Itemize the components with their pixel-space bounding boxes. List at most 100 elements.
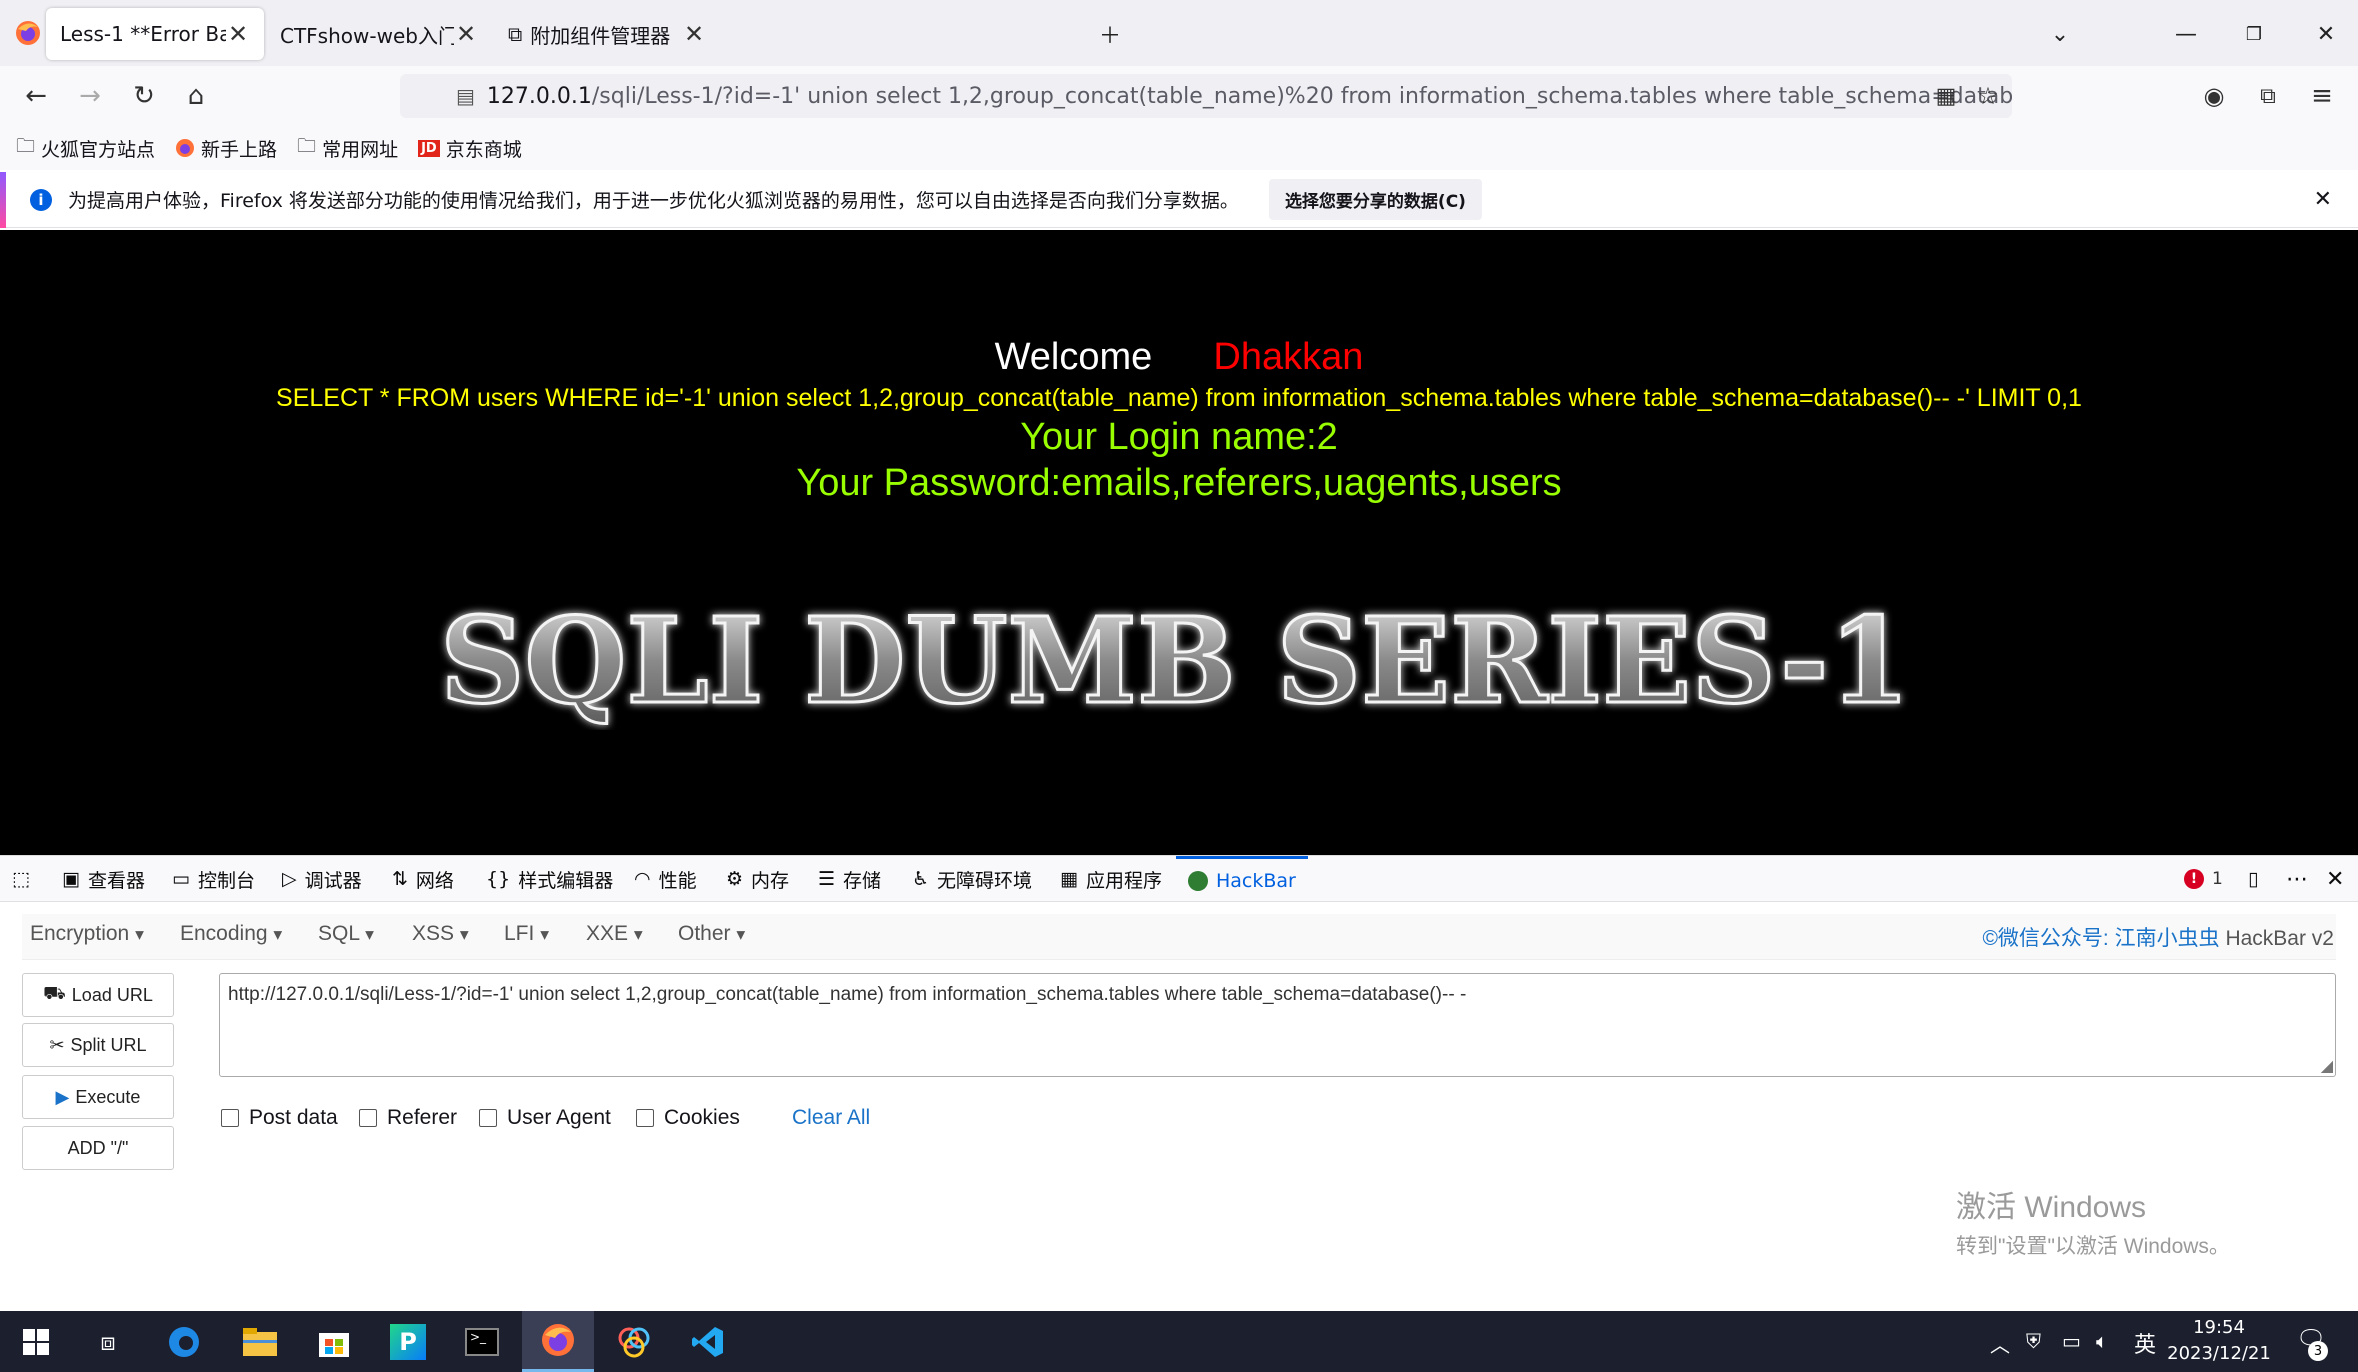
new-tab-button[interactable]: ＋ xyxy=(1092,16,1128,52)
url-path: /sqli/Less-1/?id=-1' union select 1,2,gr… xyxy=(591,83,2012,109)
menu-xss[interactable]: XSS ▾ xyxy=(412,922,469,946)
windows-logo-icon xyxy=(23,1328,49,1355)
firefox-taskbar-icon[interactable] xyxy=(522,1311,594,1372)
task-view-icon[interactable]: ⧈ xyxy=(72,1311,144,1372)
hamburger-menu-icon[interactable]: ≡ xyxy=(2304,78,2340,114)
tab-debugger[interactable]: ▷ 调试器 xyxy=(282,856,362,902)
close-icon[interactable]: ✕ xyxy=(226,20,250,48)
menu-encryption[interactable]: Encryption ▾ xyxy=(30,922,144,946)
forward-arrow-icon[interactable]: → xyxy=(72,78,108,114)
ime-indicator[interactable]: 英 xyxy=(2134,1327,2156,1359)
store-icon[interactable] xyxy=(298,1311,370,1372)
menu-xxe[interactable]: XXE ▾ xyxy=(586,922,643,946)
checkbox-referer[interactable]: Referer xyxy=(359,1106,457,1130)
welcome-line: Welcome Dhakkan xyxy=(0,336,2358,379)
volume-icon[interactable]: 🔈︎ xyxy=(2096,1329,2108,1353)
hackbar-credit: ©微信公众号: 江南小虫虫 HackBar v2 xyxy=(1982,922,2334,952)
hackbar-version: HackBar v2 xyxy=(2225,927,2334,950)
more-options-icon[interactable]: ⋯ xyxy=(2286,856,2308,902)
edge-icon[interactable] xyxy=(148,1311,220,1372)
url-bar[interactable]: ▤ 127.0.0.1/sqli/Less-1/?id=-1' union se… xyxy=(400,74,2012,118)
notification-count-badge: 3 xyxy=(2308,1341,2328,1361)
tab-storage[interactable]: ☰ 存储 xyxy=(818,856,881,902)
firefox-menu-icon[interactable] xyxy=(14,19,42,47)
start-button[interactable] xyxy=(0,1311,72,1372)
close-icon[interactable]: ✕ xyxy=(454,20,478,48)
error-count-badge[interactable]: ! 1 xyxy=(2184,856,2223,902)
dock-icon[interactable]: ▯ xyxy=(2248,856,2258,902)
checkbox[interactable] xyxy=(359,1109,377,1127)
tab-hackbar[interactable]: HackBar xyxy=(1176,856,1308,902)
checkbox[interactable] xyxy=(636,1109,654,1127)
close-icon[interactable]: ✕ xyxy=(2314,187,2332,212)
checkbox-user-agent[interactable]: User Agent xyxy=(479,1106,611,1130)
tab-title: Less-1 **Error Based- String** xyxy=(60,22,226,46)
minimize-button[interactable]: — xyxy=(2168,16,2204,52)
menu-other[interactable]: Other ▾ xyxy=(678,922,745,946)
hackbar-url-textarea[interactable]: http://127.0.0.1/sqli/Less-1/?id=-1' uni… xyxy=(219,973,2336,1077)
terminal-icon[interactable]: >_ xyxy=(446,1311,518,1372)
clear-all-link[interactable]: Clear All xyxy=(792,1106,870,1130)
tab-addons[interactable]: ⧉ 附加组件管理器 ✕ xyxy=(494,8,720,60)
bookmark-item[interactable]: JD 京东商城 xyxy=(418,135,522,162)
tab-bar: Less-1 **Error Based- String** ✕ CTFshow… xyxy=(0,0,2358,66)
tab-accessibility[interactable]: ♿ 无障碍环境 xyxy=(912,856,1032,902)
add-slash-button[interactable]: ADD "/" xyxy=(22,1126,174,1170)
extensions-icon[interactable]: ⧉ xyxy=(2250,78,2286,114)
url-host: 127.0.0.1 xyxy=(486,83,592,109)
tab-network[interactable]: ⇅ 网络 xyxy=(392,856,454,902)
clock[interactable]: 19:54 2023/12/21 xyxy=(2164,1315,2274,1367)
back-arrow-icon[interactable]: ← xyxy=(18,78,54,114)
menu-lfi[interactable]: LFI ▾ xyxy=(504,922,549,946)
checkbox-post-data[interactable]: Post data xyxy=(221,1106,338,1130)
chevron-up-icon[interactable]: ︿ xyxy=(1990,1329,2010,1358)
tab-application[interactable]: ▦ 应用程序 xyxy=(1060,856,1162,902)
bookmark-item[interactable]: 🗀 常用网址 xyxy=(297,132,398,164)
notification-stripe xyxy=(0,172,6,228)
close-icon[interactable]: ✕ xyxy=(682,20,706,48)
load-url-button[interactable]: ⛟ Load URL xyxy=(22,973,174,1017)
tab-less1[interactable]: Less-1 **Error Based- String** ✕ xyxy=(46,8,264,60)
tab-inspector[interactable]: ▣ 查看器 xyxy=(62,856,145,902)
checkbox[interactable] xyxy=(221,1109,239,1127)
tab-console[interactable]: ▭ 控制台 xyxy=(172,856,255,902)
bookmark-item[interactable]: 新手上路 xyxy=(175,135,277,162)
reload-icon[interactable]: ↻ xyxy=(126,78,162,114)
window-close-button[interactable]: ✕ xyxy=(2308,16,2344,52)
share-data-button[interactable]: 选择您要分享的数据(C) xyxy=(1268,179,1482,220)
checkbox[interactable] xyxy=(479,1109,497,1127)
list-tabs-chevron-icon[interactable]: ⌄ xyxy=(2042,16,2078,52)
credit-link[interactable]: ©微信公众号: 江南小虫虫 xyxy=(1982,927,2219,950)
tab-label: 调试器 xyxy=(304,869,362,892)
file-explorer-icon[interactable] xyxy=(224,1311,296,1372)
account-icon[interactable]: ◉ xyxy=(2196,78,2232,114)
execute-button[interactable]: ▶ Execute xyxy=(22,1075,174,1119)
menu-sql[interactable]: SQL ▾ xyxy=(318,922,374,946)
resize-handle-icon[interactable]: ◢ xyxy=(2321,1056,2333,1076)
element-picker-icon[interactable]: ⬚ xyxy=(12,856,30,902)
close-devtools-icon[interactable]: ✕ xyxy=(2326,856,2344,902)
security-tray-icon[interactable]: ⛨ xyxy=(2026,1329,2041,1353)
tab-performance[interactable]: ◠ 性能 xyxy=(634,856,697,902)
folder-icon: 🗀 xyxy=(16,135,36,157)
restore-button[interactable]: ❐ xyxy=(2236,16,2272,52)
bookmark-item[interactable]: 🗀 火狐官方站点 xyxy=(16,132,155,164)
caret-down-icon: ▾ xyxy=(365,924,374,944)
split-url-button[interactable]: ✂ Split URL xyxy=(22,1023,174,1067)
inspector-icon: ▣ xyxy=(62,868,80,890)
devtools-tabs: ⬚ ▣ 查看器 ▭ 控制台 ▷ 调试器 ⇅ 网络 {} 样式编辑器 ◠ 性能 ⚙ 内存 ☰ 存储… xyxy=(0,856,2358,902)
checkbox-cookies[interactable]: Cookies xyxy=(636,1106,740,1130)
date: 2023/12/21 xyxy=(2167,1343,2271,1364)
vscode-icon[interactable] xyxy=(672,1311,744,1372)
tab-ctfshow[interactable]: CTFshow-web入门 ✕ xyxy=(266,8,492,60)
bookmark-label: 常用网址 xyxy=(322,138,399,161)
network-tray-icon[interactable]: ▭ xyxy=(2062,1329,2081,1353)
bookmark-star-icon[interactable]: ☆ xyxy=(1970,78,2006,114)
home-icon[interactable]: ⌂ xyxy=(178,78,214,114)
tab-style-editor[interactable]: {} 样式编辑器 xyxy=(486,856,613,902)
tab-memory[interactable]: ⚙ 内存 xyxy=(726,856,789,902)
qr-code-icon[interactable]: ▦ xyxy=(1928,78,1964,114)
app-icon[interactable] xyxy=(598,1311,670,1372)
pycharm-icon[interactable]: P xyxy=(372,1311,444,1372)
menu-encoding[interactable]: Encoding ▾ xyxy=(180,922,282,946)
